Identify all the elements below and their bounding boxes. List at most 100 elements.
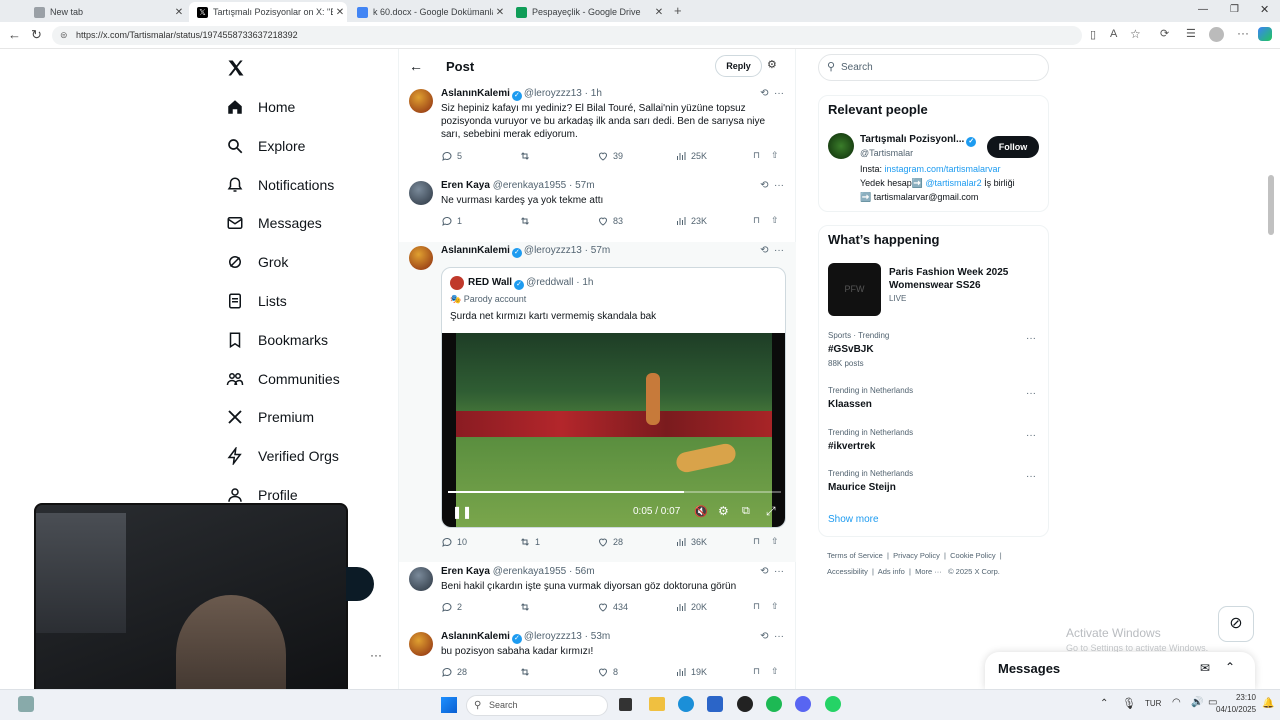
wifi-icon[interactable]: ◠ — [1172, 697, 1181, 708]
nav-item-premium[interactable]: Premium — [226, 404, 314, 430]
views-action[interactable]: 19K — [675, 666, 707, 678]
settings-sliders-icon[interactable]: ⚙ — [767, 58, 777, 71]
share-icon[interactable]: ⇧ — [771, 215, 779, 226]
bio-mention-link[interactable]: @tartismalar2 — [925, 178, 981, 188]
nav-item-home[interactable]: Home — [226, 94, 295, 120]
search-input[interactable]: ⚲ Search — [818, 54, 1049, 81]
like-action[interactable]: 434 — [597, 601, 628, 613]
grok-floating-icon[interactable]: ⊘ — [1218, 606, 1254, 642]
reply-tweet[interactable]: Eren Kaya @erenkaya1955 · 57m ⟲ ··· Ne v… — [399, 178, 796, 242]
views-action[interactable]: 20K — [675, 601, 707, 613]
trend-name[interactable]: #GSvBJK — [828, 344, 874, 355]
volume-icon[interactable]: 🔊 — [1191, 697, 1203, 708]
trend-name[interactable]: Maurice Steijn — [828, 482, 896, 493]
steam-icon[interactable] — [737, 696, 753, 712]
tab-x-post[interactable]: 𝕏 Tartışmalı Pozisyonlar on X: "Bu p ✕ — [189, 2, 347, 22]
trend-name[interactable]: Klaassen — [828, 399, 872, 410]
favorites-icon[interactable]: ☰ — [1186, 27, 1196, 40]
repost-action[interactable]: 1 — [519, 536, 540, 548]
author-handle[interactable]: @erenkaya1955 · 57m — [493, 180, 595, 191]
nav-item-notifications[interactable]: Notifications — [226, 172, 334, 198]
reply-action[interactable]: 1 — [441, 215, 462, 227]
maximize-button[interactable]: ❐ — [1230, 4, 1239, 15]
store-icon[interactable] — [707, 696, 723, 712]
trend-name[interactable]: #ikvertrek — [828, 441, 875, 452]
close-icon[interactable]: ✕ — [493, 7, 507, 18]
bookmark-icon[interactable]: ⊓ — [753, 150, 760, 161]
reader-icon[interactable]: ▯ — [1090, 28, 1096, 41]
nav-item-grok[interactable]: Grok — [226, 249, 288, 275]
reply-tweet[interactable]: AslanınKalemi ✓ @leroyzzz13 · 53m ⟲ ··· bu… — [399, 629, 796, 689]
author-name[interactable]: AslanınKalemi — [441, 88, 510, 99]
read-aloud-icon[interactable]: A — [1110, 28, 1117, 40]
repost-action[interactable] — [519, 215, 535, 227]
pip-icon[interactable]: ⧉ — [742, 505, 750, 518]
terms-link[interactable]: Terms of Service — [827, 551, 883, 560]
share-icon[interactable]: ⇧ — [771, 601, 779, 612]
video-player[interactable]: ❚❚ 0:05 / 0:07 🔇 ⚙ ⧉ ⤢ — [442, 333, 785, 527]
follow-button[interactable]: Follow — [987, 136, 1039, 158]
ads-info-link[interactable]: Ads info — [878, 567, 905, 576]
chevron-up-icon[interactable]: ⌃ — [1225, 660, 1235, 674]
whatsapp-icon[interactable] — [825, 696, 841, 712]
avatar[interactable] — [409, 632, 433, 656]
favorite-star-icon[interactable]: ☆ — [1130, 27, 1141, 41]
more-link[interactable]: More ··· — [915, 567, 942, 576]
author-handle[interactable]: @erenkaya1955 · 56m — [493, 566, 595, 577]
share-icon[interactable]: ⇧ — [771, 666, 779, 677]
bio-link[interactable]: instagram.com/tartismalarvar — [885, 164, 1001, 174]
event-thumbnail[interactable]: PFW — [828, 263, 881, 316]
quoted-author-handle[interactable]: @reddwall · 1h — [526, 277, 593, 288]
settings-icon[interactable]: ⚙ — [718, 504, 729, 518]
nav-item-communities[interactable]: Communities — [226, 366, 340, 392]
grok-icon[interactable]: ⟲ ··· — [760, 245, 784, 256]
mute-icon[interactable]: 🔇 — [694, 505, 708, 518]
trend-more-icon[interactable]: ··· — [1026, 388, 1036, 399]
account-more-icon[interactable]: ··· — [370, 648, 382, 662]
reply-tweet[interactable]: Eren Kaya @erenkaya1955 · 56m ⟲ ··· Beni… — [399, 564, 796, 628]
author-name[interactable]: AslanınKalemi — [441, 631, 510, 642]
copilot-icon[interactable] — [1258, 27, 1272, 41]
close-icon[interactable]: ✕ — [333, 7, 347, 18]
account-switcher-button[interactable] — [346, 567, 374, 601]
author-handle[interactable]: @leroyzzz13 · 57m — [524, 245, 610, 256]
taskbar-app-icon[interactable] — [18, 696, 34, 712]
reply-tweet-with-quote[interactable]: AslanınKalemi ✓ @leroyzzz13 · 57m ⟲ ··· RE… — [399, 242, 796, 562]
reload-icon[interactable]: ↻ — [31, 27, 42, 43]
trend-more-icon[interactable]: ··· — [1026, 333, 1036, 344]
bookmark-icon[interactable]: ⊓ — [753, 601, 760, 612]
microphone-icon[interactable]: 🎙 — [1122, 697, 1136, 710]
views-action[interactable]: 36K — [675, 536, 707, 548]
event-title[interactable]: Paris Fashion Week 2025 Womenswear SS26 — [889, 266, 1039, 292]
author-name[interactable]: AslanınKalemi — [441, 245, 510, 256]
share-icon[interactable]: ⇧ — [771, 150, 779, 161]
views-action[interactable]: 23K — [675, 215, 707, 227]
fullscreen-icon[interactable]: ⤢ — [766, 504, 776, 519]
avatar[interactable] — [828, 133, 854, 159]
nav-item-explore[interactable]: Explore — [226, 133, 305, 159]
reply-action[interactable]: 5 — [441, 150, 462, 162]
messages-drawer[interactable]: Messages ✉ ⌃ — [985, 652, 1255, 689]
clock-date[interactable]: 04/10/2025 — [1216, 705, 1256, 714]
avatar[interactable] — [409, 181, 433, 205]
new-tab-button[interactable]: + — [674, 3, 682, 18]
avatar[interactable] — [450, 276, 464, 290]
avatar[interactable] — [409, 246, 433, 270]
reply-tweet[interactable]: AslanınKalemi ✓ @leroyzzz13 · 1h ⟲ ··· Siz… — [399, 85, 796, 178]
bookmark-icon[interactable]: ⊓ — [753, 536, 760, 547]
repost-action[interactable] — [519, 666, 535, 678]
tab-google-docs[interactable]: k 60.docx - Google Dokümanlar ✕ — [349, 2, 507, 22]
back-arrow-icon[interactable]: ← — [409, 58, 423, 74]
nav-item-lists[interactable]: Lists — [226, 288, 287, 314]
views-action[interactable]: 25K — [675, 150, 707, 162]
avatar[interactable] — [409, 89, 433, 113]
spotify-icon[interactable] — [766, 696, 782, 712]
person-name[interactable]: Tartışmalı Pozisyonl... — [860, 134, 964, 145]
like-action[interactable]: 83 — [597, 215, 623, 227]
window-close-button[interactable]: ✕ — [1260, 3, 1269, 16]
show-more-link[interactable]: Show more — [828, 514, 879, 525]
grok-icon[interactable]: ⟲ ··· — [760, 566, 784, 577]
nav-item-bookmarks[interactable]: Bookmarks — [226, 327, 328, 353]
close-icon[interactable]: ✕ — [652, 7, 666, 18]
site-info-icon[interactable]: ⊜ — [60, 26, 68, 45]
